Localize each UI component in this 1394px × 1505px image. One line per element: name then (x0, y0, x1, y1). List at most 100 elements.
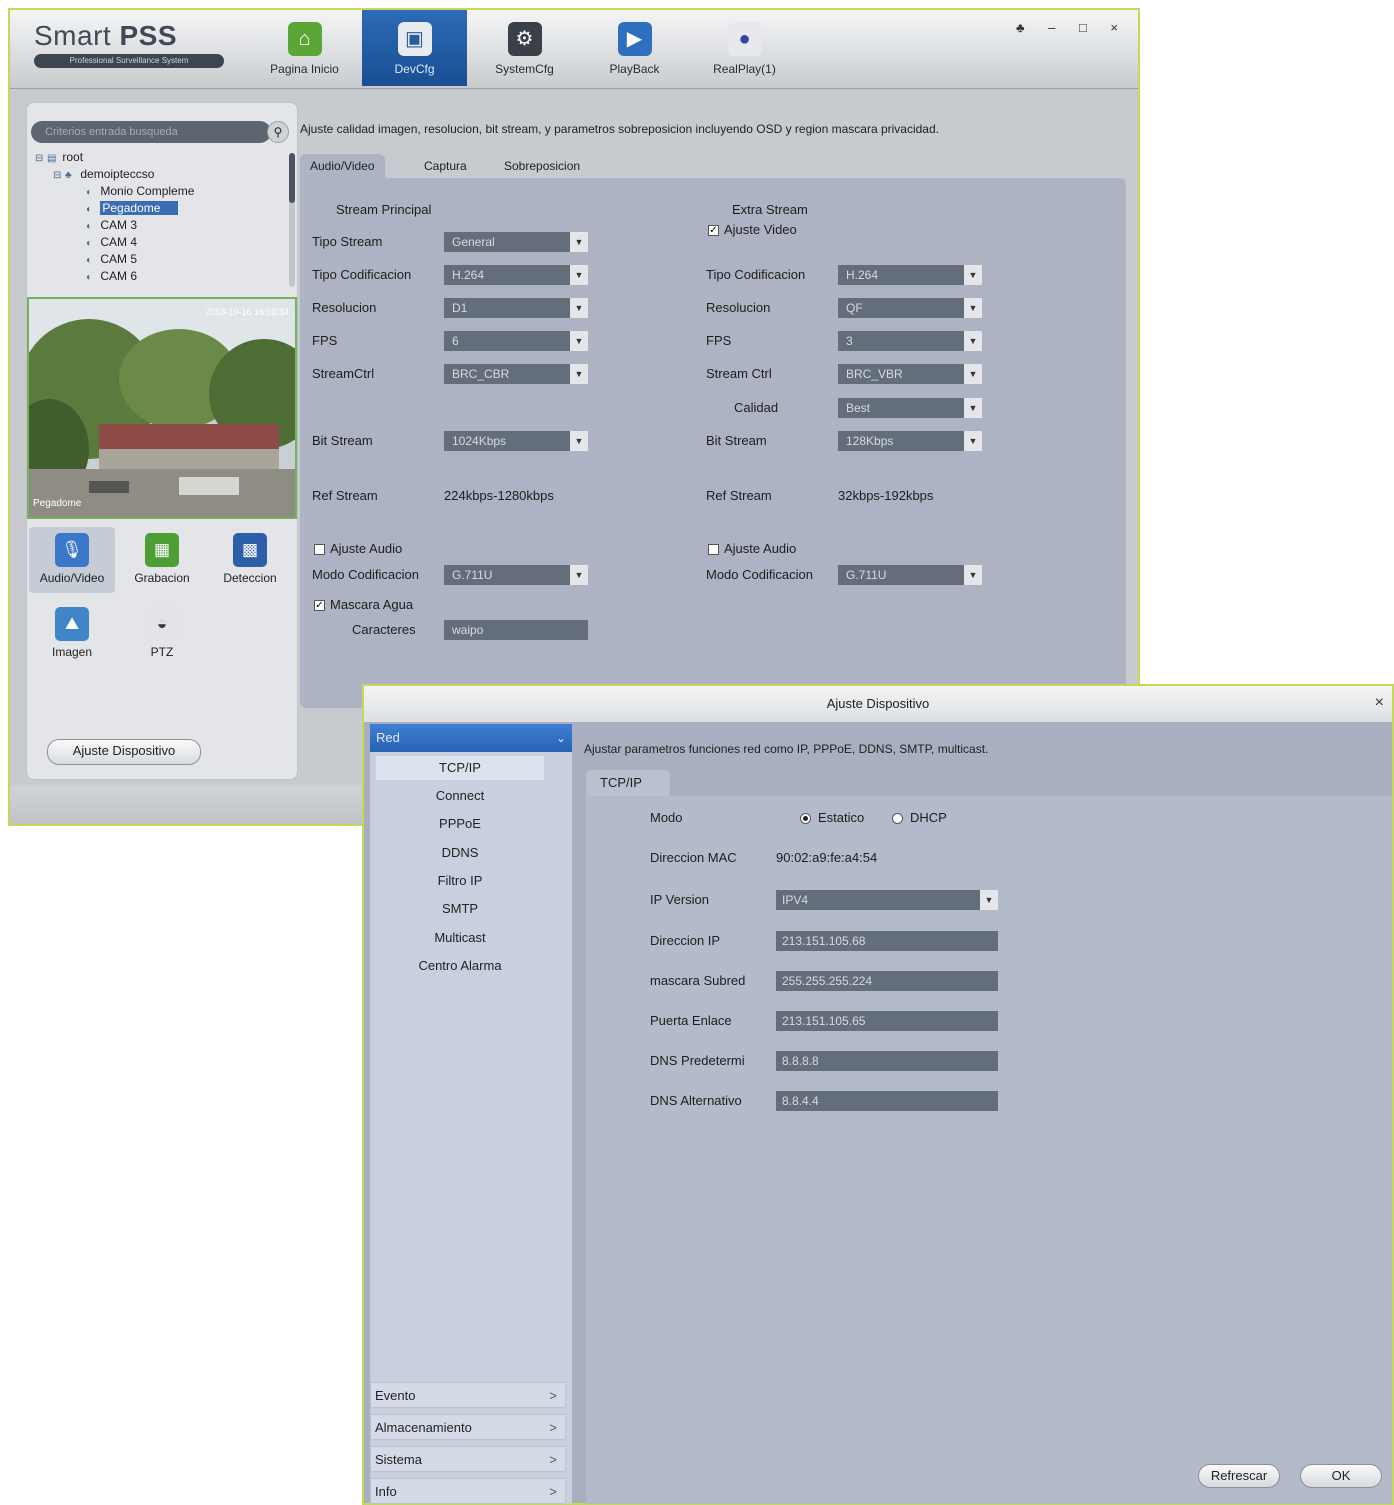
caracteres-input[interactable]: waipo (444, 620, 588, 640)
sidebar-group-info[interactable]: Info > (370, 1478, 566, 1504)
camera-icon: ◖ (85, 221, 92, 232)
extra-streamctrl-select[interactable]: BRC_VBR ▼ (838, 364, 982, 384)
logo-subtitle: Professional Surveillance System (34, 54, 224, 68)
tab-realplay[interactable]: ● RealPlay(1) (692, 10, 797, 86)
mac-label: Direccion MAC (650, 850, 737, 865)
module-audio-video[interactable]: 🎙 Audio/Video (29, 527, 115, 593)
extra-tipo-codificacion-label: Tipo Codificacion (706, 267, 806, 282)
fps-select[interactable]: 6 ▼ (444, 331, 588, 351)
camera-preview-image (29, 299, 295, 517)
microphone-icon: 🎙 (55, 533, 89, 567)
sidebar-item-filtro-ip[interactable]: Filtro IP (376, 869, 544, 893)
search-input[interactable]: Criterios entrada busqueda (31, 121, 271, 143)
resolucion-label: Resolucion (312, 300, 377, 315)
modo-codificacion-select[interactable]: G.711U ▼ (444, 565, 588, 585)
tab-label: DevCfg (394, 62, 435, 76)
sidebar-item-connect[interactable]: Connect (376, 784, 544, 808)
tab-tcpip[interactable]: TCP/IP (586, 770, 670, 796)
module-label: Deteccion (223, 571, 277, 585)
modo-dhcp-radio[interactable] (892, 813, 903, 824)
extra-resolucion-label: Resolucion (706, 300, 771, 315)
sidebar-item-centro-alarma[interactable]: Centro Alarma (376, 954, 544, 978)
dns1-input[interactable]: 8.8.8.8 (776, 1051, 998, 1071)
sidebar-item-smtp[interactable]: SMTP (376, 897, 544, 921)
extra-bitstream-select[interactable]: 128Kbps ▼ (838, 431, 982, 451)
bitstream-select[interactable]: 1024Kbps ▼ (444, 431, 588, 451)
tree-node-camera[interactable]: ◖ CAM 4 (35, 234, 285, 251)
camera-icon: ◖ (85, 204, 92, 215)
camera-config-icon: ▣ (397, 22, 432, 56)
tree-node-camera[interactable]: ◖ CAM 3 (35, 217, 285, 234)
tab-playback[interactable]: ▶ PlayBack (582, 10, 687, 86)
extra-resolucion-select[interactable]: QF ▼ (838, 298, 982, 318)
tree-node-camera[interactable]: ◖ CAM 6 (35, 268, 285, 285)
extra-fps-select[interactable]: 3 ▼ (838, 331, 982, 351)
module-deteccion[interactable]: ▩ Deteccion (207, 533, 293, 585)
extra-tipo-codificacion-select[interactable]: H.264 ▼ (838, 265, 982, 285)
home-icon: ⌂ (287, 22, 322, 56)
tree-node-camera-selected[interactable]: ◖ Pegadome (35, 200, 285, 217)
camera-icon: ◖ (85, 187, 92, 198)
streamctrl-select[interactable]: BRC_CBR ▼ (444, 364, 588, 384)
extra-bitstream-label: Bit Stream (706, 433, 767, 448)
ok-button[interactable]: OK (1300, 1464, 1382, 1488)
sidebar-group-almacenamiento[interactable]: Almacenamiento > (370, 1414, 566, 1440)
chevron-down-icon: ▼ (570, 265, 588, 285)
gateway-input[interactable]: 213.151.105.65 (776, 1011, 998, 1031)
film-play-icon: ▶ (617, 22, 652, 56)
ip-input[interactable]: 213.151.105.68 (776, 931, 998, 951)
dialog-title: Ajuste Dispositivo (364, 686, 1392, 722)
refresh-button[interactable]: Refrescar (1198, 1464, 1280, 1488)
sidebar-item-pppoe[interactable]: PPPoE (376, 812, 544, 836)
ajuste-audio-checkbox[interactable] (314, 544, 325, 555)
ipversion-select[interactable]: IPV4 ▼ (776, 890, 998, 910)
sidebar-group-evento[interactable]: Evento > (370, 1382, 566, 1408)
extra-modo-codificacion-select[interactable]: G.711U ▼ (838, 565, 982, 585)
tab-label: Pagina Inicio (270, 62, 339, 76)
logo-title: Smart PSS (34, 20, 177, 51)
mascara-agua-checkbox[interactable]: ✓ (314, 600, 325, 611)
tab-devcfg[interactable]: ▣ DevCfg (362, 10, 467, 86)
tree-node-camera[interactable]: ◖ CAM 5 (35, 251, 285, 268)
calidad-select[interactable]: Best ▼ (838, 398, 982, 418)
close-icon[interactable]: × (1375, 694, 1384, 712)
ref-stream-value: 224kbps-1280kbps (444, 488, 554, 503)
mascara-agua-label: Mascara Agua (330, 597, 414, 612)
tree-node-camera[interactable]: ◖ Monio Compleme (35, 183, 285, 200)
tree-scrollbar[interactable] (289, 153, 295, 287)
tab-captura[interactable]: Captura (414, 154, 477, 178)
tree-node-device[interactable]: ⊟ ♣ demoipteccso (35, 166, 285, 183)
chevron-down-icon: ▼ (964, 265, 982, 285)
sidebar-item-ddns[interactable]: DDNS (376, 841, 544, 865)
tab-sobreposicion[interactable]: Sobreposicion (494, 154, 590, 178)
tab-pagina-inicio[interactable]: ⌂ Pagina Inicio (252, 10, 357, 86)
sidebar-group-red[interactable]: Red ⌄ (370, 724, 572, 752)
bitstream-label: Bit Stream (312, 433, 373, 448)
module-grabacion[interactable]: ▦ Grabacion (119, 533, 205, 585)
resolucion-select[interactable]: D1 ▼ (444, 298, 588, 318)
camera-icon: ◖ (85, 238, 92, 249)
network-icon: ♣ (65, 170, 72, 181)
mask-input[interactable]: 255.255.255.224 (776, 971, 998, 991)
sidebar-group-sistema[interactable]: Sistema > (370, 1446, 566, 1472)
sidebar-item-tcpip[interactable]: TCP/IP (376, 756, 544, 780)
search-icon[interactable]: ⚲ (267, 121, 289, 143)
modo-estatico-radio[interactable] (800, 813, 811, 824)
tree-node-root[interactable]: ⊟ ▤ root (35, 149, 285, 166)
tab-systemcfg[interactable]: ⚙ SystemCfg (472, 10, 577, 86)
module-imagen[interactable]: ⛰ Imagen (29, 607, 115, 659)
chevron-down-icon: ▼ (964, 331, 982, 351)
ajuste-dispositivo-button[interactable]: Ajuste Dispositivo (47, 739, 201, 765)
extra-fps-label: FPS (706, 333, 732, 348)
tipo-stream-select[interactable]: General ▼ (444, 232, 588, 252)
tipo-codificacion-select[interactable]: H.264 ▼ (444, 265, 588, 285)
window-controls[interactable]: ♣ – □ × (1016, 20, 1128, 35)
chevron-right-icon: > (549, 1420, 557, 1435)
tab-audio-video[interactable]: Audio/Video (300, 154, 385, 178)
dns2-input[interactable]: 8.8.4.4 (776, 1091, 998, 1111)
ajuste-video-checkbox[interactable]: ✓ (708, 225, 719, 236)
module-ptz[interactable]: ◒ PTZ (119, 607, 205, 659)
extra-ajuste-audio-checkbox[interactable] (708, 544, 719, 555)
chevron-down-icon: ▼ (964, 298, 982, 318)
sidebar-item-multicast[interactable]: Multicast (376, 926, 544, 950)
